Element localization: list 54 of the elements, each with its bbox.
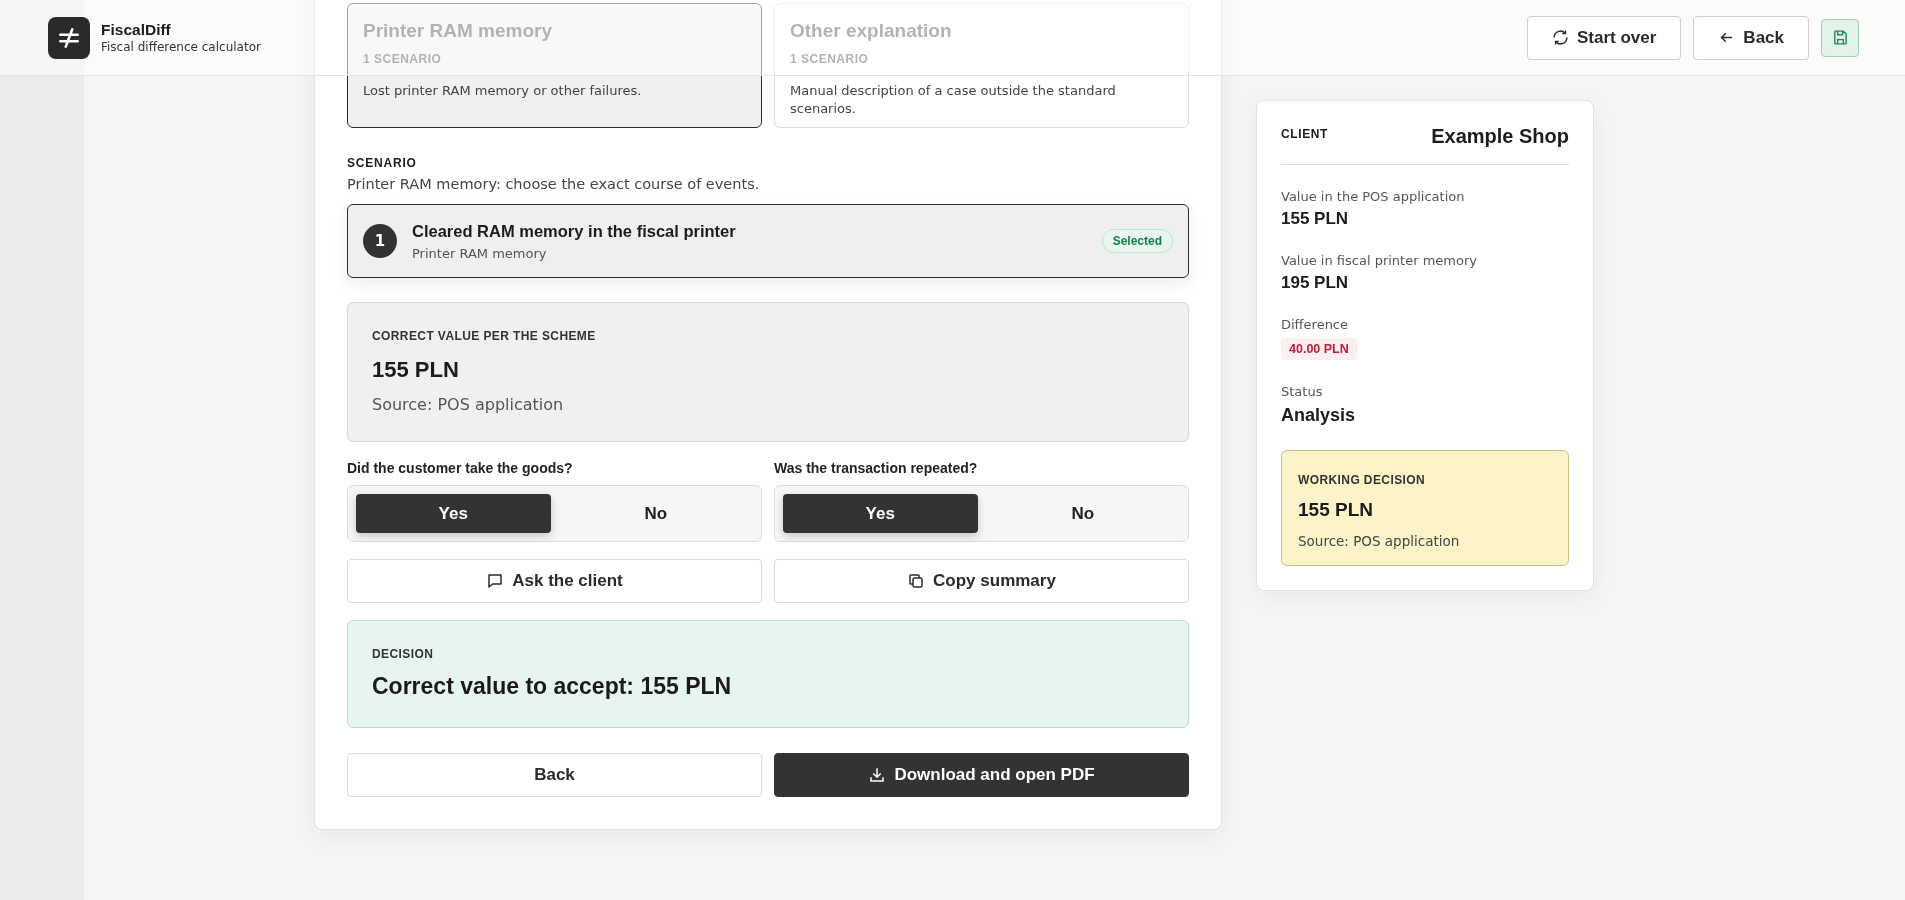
scenario-count: 1 SCENARIO — [363, 52, 443, 66]
scenario-subtitle: Printer RAM memory — [412, 245, 548, 261]
ask-client-button[interactable]: Ask the client — [347, 559, 762, 603]
app-subtitle: Fiscal difference calculator — [101, 40, 261, 54]
question-label: Was the transaction repeated? — [774, 460, 979, 476]
chat-bubble-icon — [486, 572, 505, 590]
correct-value: 155 PLN — [372, 357, 460, 383]
scenario-count: 1 SCENARIO — [790, 52, 870, 66]
save-button[interactable] — [1821, 18, 1859, 57]
decision-text: Correct value to accept: 155 PLN — [372, 673, 733, 700]
category-title: Printer RAM memory — [363, 20, 553, 42]
field-label: Difference — [1281, 317, 1350, 332]
scenario-title: Cleared RAM memory in the fiscal printer — [412, 221, 737, 241]
value-source: Source: POS application — [372, 395, 565, 414]
app-logo — [48, 16, 90, 59]
difference-badge: 40.00 PLN — [1281, 338, 1357, 360]
amount-value: 155 PLN — [1281, 209, 1350, 229]
category-card[interactable]: Printer RAM memory 1 SCENARIO Lost printer RAM memory or other failures. — [347, 3, 762, 128]
panel-label: CORRECT VALUE PER THE SCHEME — [372, 329, 597, 343]
refresh-icon — [1552, 29, 1569, 46]
toggle-option[interactable]: No — [985, 494, 1180, 533]
number-badge: 1 — [363, 224, 397, 258]
category-title: Other explanation — [790, 20, 953, 42]
scenario-option[interactable]: 1 Cleared RAM memory in the fiscal printer Printer RAM memory Selected — [347, 204, 1189, 278]
field-label: Value in the POS application — [1281, 189, 1466, 204]
copy-icon — [907, 572, 926, 590]
copy-summary-button[interactable]: Copy summary — [774, 559, 1189, 603]
amount-value: 195 PLN — [1281, 273, 1350, 293]
category-card[interactable]: Other explanation 1 SCENARIO Manual description of a case outside the standard scenarios. — [774, 3, 1189, 128]
decision-value: 155 PLN — [1298, 499, 1374, 521]
start-over-button[interactable]: Start over — [1527, 15, 1682, 60]
save-icon — [1831, 29, 1849, 46]
category-description: Manual description of a case outside the standard scenarios. — [790, 82, 1117, 118]
download-pdf-button[interactable]: Download and open PDF — [774, 753, 1189, 797]
toggle-option[interactable]: No — [558, 494, 753, 533]
question-label: Did the customer take the goods? — [347, 460, 574, 476]
back-button[interactable]: Back — [347, 753, 762, 797]
toggle-option[interactable]: Yes — [783, 494, 978, 533]
toggle-option[interactable]: Yes — [356, 494, 551, 533]
download-icon — [868, 766, 887, 784]
client-name: Example Shop — [1431, 125, 1569, 148]
field-label: Status — [1281, 384, 1324, 399]
section-hint: Printer RAM memory: choose the exact course of events. — [347, 176, 761, 192]
field-label: Value in fiscal printer memory — [1281, 253, 1478, 268]
value-source: Source: POS application — [1298, 533, 1461, 549]
panel-label: WORKING DECISION — [1298, 473, 1427, 487]
section-heading: SCENARIO — [347, 156, 418, 170]
client-label: CLIENT — [1281, 127, 1328, 141]
status-value: Analysis — [1281, 405, 1357, 426]
panel-label: DECISION — [372, 647, 435, 661]
selected-badge: Selected — [1101, 229, 1173, 253]
app-name: FiscalDiff — [101, 21, 171, 39]
category-description: Lost printer RAM memory or other failures. — [363, 82, 643, 100]
back-button[interactable]: Back — [1693, 15, 1809, 60]
